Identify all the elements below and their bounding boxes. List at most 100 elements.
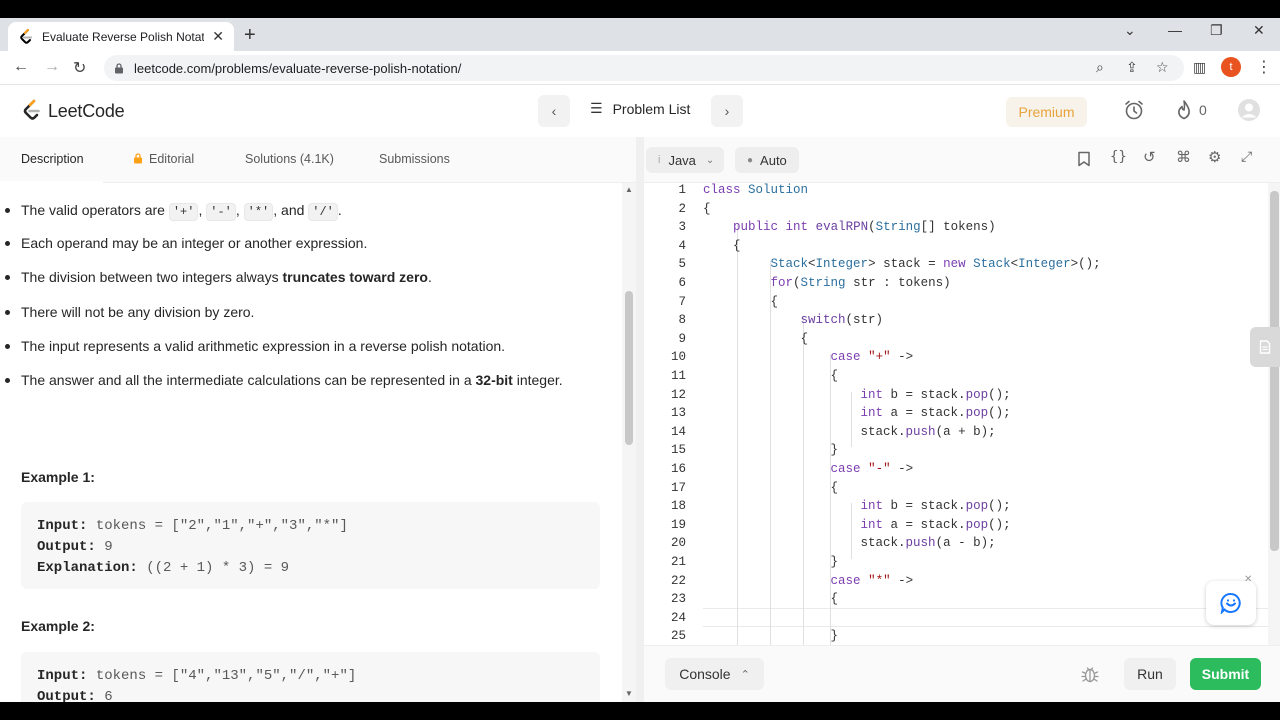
forward-arrow-icon[interactable]: → bbox=[44, 58, 60, 76]
code-line[interactable]: { bbox=[703, 332, 809, 346]
reset-icon[interactable]: ↺ bbox=[1143, 148, 1156, 166]
code-line[interactable]: { bbox=[703, 295, 779, 309]
code-line[interactable]: class Solution bbox=[703, 183, 808, 197]
auto-mode-button[interactable]: ● Auto bbox=[735, 147, 799, 173]
user-avatar-icon[interactable] bbox=[1237, 98, 1261, 122]
minimize-icon[interactable]: — bbox=[1168, 22, 1182, 38]
lock-icon bbox=[134, 153, 142, 164]
code-line[interactable]: switch(str) bbox=[703, 313, 884, 327]
expand-icon[interactable]: ⤢ bbox=[1241, 148, 1252, 165]
code-line[interactable]: public int evalRPN(String[] tokens) bbox=[703, 220, 996, 234]
document-icon bbox=[1259, 340, 1271, 354]
code-line[interactable]: } bbox=[703, 555, 839, 569]
code-line[interactable]: { bbox=[703, 481, 839, 495]
line-number: 24 bbox=[670, 610, 686, 625]
tab-submissions[interactable]: Submissions bbox=[379, 152, 450, 166]
profile-avatar[interactable]: t bbox=[1221, 57, 1241, 77]
code-line[interactable]: { bbox=[703, 239, 741, 253]
description-scrollbar-thumb[interactable] bbox=[625, 291, 633, 445]
side-panel-icon[interactable]: ▥ bbox=[1193, 59, 1206, 76]
premium-button[interactable]: Premium bbox=[1006, 97, 1087, 127]
code-line[interactable]: { bbox=[703, 592, 839, 606]
bookmark-star-icon[interactable]: ☆ bbox=[1156, 59, 1169, 76]
line-number: 4 bbox=[678, 238, 686, 253]
scroll-up-icon[interactable]: ▲ bbox=[625, 185, 633, 194]
operator-minus: '-' bbox=[206, 203, 236, 221]
line-number: 2 bbox=[678, 201, 686, 216]
line-number: 5 bbox=[678, 257, 686, 272]
code-line[interactable]: for(String str : tokens) bbox=[703, 276, 951, 290]
code-editor[interactable]: 1 class Solution 2 {3 public int evalRPN(St… bbox=[644, 183, 1268, 645]
browser-tab-active[interactable]: Evaluate Reverse Polish Notation ✕ bbox=[8, 22, 234, 51]
shortcuts-icon[interactable]: ⌘ bbox=[1176, 148, 1191, 166]
list-icon: ☰ bbox=[590, 100, 603, 116]
zoom-icon[interactable]: ⌕ bbox=[1096, 59, 1104, 76]
format-code-icon[interactable]: {} bbox=[1110, 149, 1127, 165]
code-line[interactable]: } bbox=[703, 443, 839, 457]
chat-support-button[interactable] bbox=[1206, 581, 1256, 625]
tab-title: Evaluate Reverse Polish Notation bbox=[42, 29, 204, 44]
restore-icon[interactable]: ❐ bbox=[1210, 22, 1223, 39]
line-number: 14 bbox=[670, 424, 686, 439]
problem-list-button[interactable]: ☰ Problem List bbox=[590, 100, 690, 117]
streak-count: 0 bbox=[1199, 102, 1207, 118]
example-2-box: Input: tokens = ["4","13","5","/","+"] O… bbox=[21, 652, 600, 702]
line-number: 9 bbox=[678, 331, 686, 346]
console-button[interactable]: Console ⌃ bbox=[665, 658, 764, 690]
constraint-operands: Each operand may be an integer or anothe… bbox=[5, 233, 581, 254]
fire-streak-icon[interactable] bbox=[1174, 99, 1194, 121]
side-notes-tab[interactable] bbox=[1250, 327, 1280, 367]
line-number: 17 bbox=[670, 480, 686, 495]
operator-multiply: '*' bbox=[243, 203, 274, 221]
tab-solutions[interactable]: Solutions (4.1K) bbox=[245, 152, 334, 166]
tab-description[interactable]: Description bbox=[21, 152, 84, 166]
problem-list-label: Problem List bbox=[612, 100, 691, 117]
line-number: 16 bbox=[670, 462, 686, 476]
window-close-icon[interactable]: ✕ bbox=[1253, 22, 1265, 39]
run-button[interactable]: Run bbox=[1124, 658, 1176, 690]
browser-menu-icon[interactable]: ⋮ bbox=[1256, 57, 1272, 77]
bookmark-icon[interactable] bbox=[1077, 151, 1091, 167]
code-line[interactable]: Stack<Integer> stack = new Stack<Integer… bbox=[703, 257, 1101, 271]
scroll-down-icon[interactable]: ▼ bbox=[625, 689, 633, 698]
tab-close-icon[interactable]: ✕ bbox=[212, 28, 224, 45]
leetcode-logo[interactable]: LeetCode bbox=[22, 99, 125, 123]
constraint-division: The division between two integers always… bbox=[5, 267, 581, 288]
new-tab-button[interactable]: + bbox=[244, 24, 256, 47]
settings-gear-icon[interactable]: ⚙ bbox=[1208, 148, 1221, 166]
chevron-left-icon: ‹ bbox=[551, 103, 557, 119]
reload-icon[interactable]: ↻ bbox=[73, 58, 86, 78]
editor-footer: Console ⌃ Run Submit bbox=[644, 645, 1280, 702]
code-panel: i Java ⌄ ● Auto {} ↺ ⌘ ⚙ ⤢ 1 class Soluti… bbox=[644, 137, 1280, 702]
share-icon[interactable]: ⇪ bbox=[1126, 59, 1138, 76]
line-number: 13 bbox=[670, 406, 686, 421]
tab-editorial[interactable]: Editorial bbox=[133, 152, 194, 166]
code-line[interactable]: case "-" -> bbox=[703, 462, 914, 476]
code-line[interactable]: int b = stack.pop(); bbox=[703, 499, 1011, 513]
tab-editorial-label: Editorial bbox=[149, 152, 195, 166]
code-line[interactable]: stack.push(a + b); bbox=[703, 425, 996, 439]
code-line[interactable]: case "*" -> bbox=[703, 574, 914, 588]
leetcode-logo-icon bbox=[23, 99, 40, 120]
tab-search-icon[interactable]: ⌄ bbox=[1124, 22, 1136, 39]
prev-problem-button[interactable]: ‹ bbox=[538, 95, 570, 127]
code-line[interactable]: { bbox=[703, 202, 711, 216]
code-line[interactable]: case "+" -> bbox=[703, 350, 914, 364]
back-arrow-icon[interactable]: ← bbox=[13, 58, 29, 76]
submit-button[interactable]: Submit bbox=[1190, 658, 1261, 690]
editor-scrollbar-thumb[interactable] bbox=[1270, 191, 1279, 551]
browser-toolbar: ← → ↻ leetcode.com/problems/evaluate-rev… bbox=[0, 51, 1280, 85]
line-number: 1 bbox=[678, 183, 686, 197]
next-problem-button[interactable]: › bbox=[711, 95, 743, 127]
code-line[interactable]: stack.push(a - b); bbox=[703, 536, 996, 550]
code-line[interactable]: int b = stack.pop(); bbox=[703, 388, 1011, 402]
language-select[interactable]: i Java ⌄ bbox=[646, 147, 724, 173]
code-line[interactable]: int a = stack.pop(); bbox=[703, 518, 1011, 532]
address-bar[interactable]: leetcode.com/problems/evaluate-reverse-p… bbox=[104, 55, 1184, 81]
code-line[interactable]: int a = stack.pop(); bbox=[703, 406, 1011, 420]
debug-bug-icon[interactable] bbox=[1080, 664, 1100, 684]
example-1-title: Example 1: bbox=[21, 469, 95, 485]
code-line[interactable]: { bbox=[703, 369, 839, 383]
alarm-clock-icon[interactable] bbox=[1123, 99, 1145, 121]
code-line[interactable]: } bbox=[703, 629, 839, 643]
